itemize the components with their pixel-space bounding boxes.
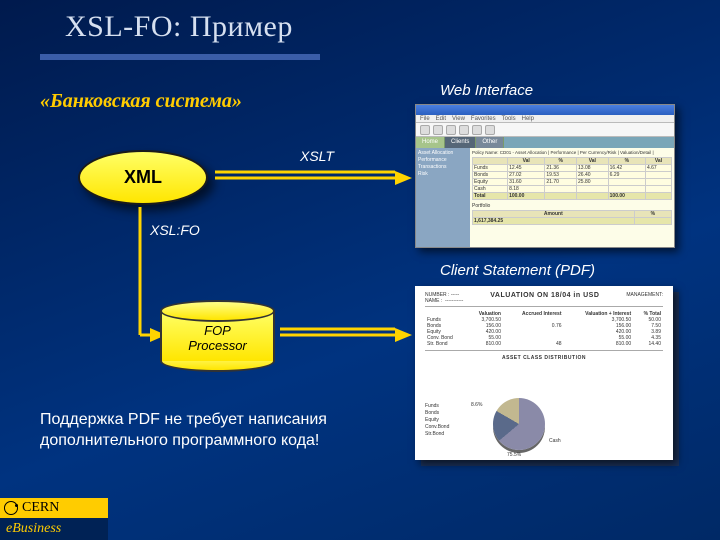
allocation-table: Val%Val%Val Funds12.4521.3613.0816.424.6… [472, 157, 672, 200]
main-panel: Policy Name: CD01 - Asset Allocation | P… [470, 148, 674, 247]
label-web-interface: Web Interface [440, 82, 533, 99]
fop-processor-node: FOP Processor [160, 300, 275, 372]
label-client-statement: Client Statement (PDF) [440, 262, 595, 279]
browser-titlebar [416, 105, 674, 115]
sidebar: Asset Allocation Performance Transaction… [416, 148, 470, 247]
pie-chart: 8.6% Cash 75.5% [493, 398, 545, 450]
label-xslfo: XSL:FO [150, 222, 200, 238]
label-xslt: XSLT [300, 148, 334, 164]
cern-ring-icon [4, 501, 18, 515]
subtitle: «Банковская система» [40, 90, 242, 113]
pdf-screenshot: NUMBER : ----- NAME : ----------- VALUAT… [415, 286, 679, 466]
footer-note: Поддержка PDF не требует написания допол… [40, 410, 327, 452]
title-underline [40, 54, 320, 60]
web-interface-screenshot: FileEditViewFavoritesToolsHelp Home Clie… [415, 104, 675, 248]
browser-toolbar [416, 123, 674, 137]
xml-node: XML [78, 150, 208, 205]
cern-logo: CERN e Business [0, 498, 108, 540]
pie-legend: Funds Bonds Equity Conv.Bond Str.Bond [425, 403, 449, 438]
fop-line2: Processor [188, 339, 247, 354]
fop-line1: FOP [204, 324, 231, 339]
app-tabs: Home Clients Other [416, 137, 674, 148]
browser-menubar: FileEditViewFavoritesToolsHelp [416, 115, 674, 123]
slide-title: XSL-FO: Пример [65, 10, 293, 44]
